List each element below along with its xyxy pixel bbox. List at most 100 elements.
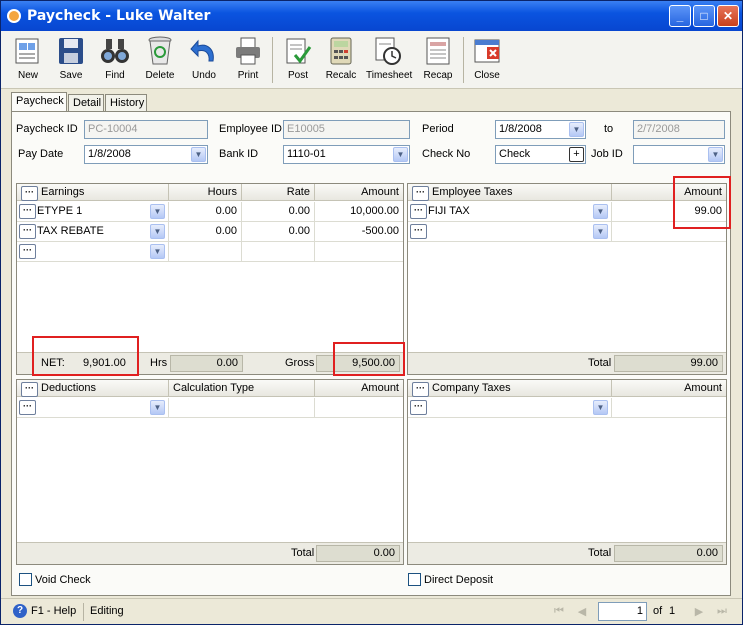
period-to-field[interactable]: 2/7/2008	[633, 120, 725, 139]
ellipsis-icon[interactable]: ···	[410, 224, 427, 239]
close-window-button[interactable]: ✕	[717, 5, 739, 27]
tax-name-cell[interactable]: ··· ▼	[408, 222, 612, 242]
direct-deposit-label: Direct Deposit	[424, 574, 494, 586]
company-tax-name-cell[interactable]: ··· ▼	[408, 398, 612, 418]
help-hint[interactable]: F1 - Help	[31, 605, 76, 617]
chevron-down-icon[interactable]: ▼	[150, 204, 165, 219]
pay-date-value: 1/8/2008	[88, 148, 131, 160]
recalc-button[interactable]: Recalc	[319, 33, 363, 87]
chevron-down-icon[interactable]: ▼	[150, 224, 165, 239]
table-row[interactable]: ··· ▼	[17, 242, 403, 262]
rate-cell[interactable]: 0.00	[242, 222, 315, 242]
ellipsis-icon[interactable]: ···	[410, 204, 427, 219]
ellipsis-icon[interactable]: ···	[412, 382, 429, 397]
deduction-name-cell[interactable]: ··· ▼	[17, 398, 169, 418]
minimize-button[interactable]: _	[669, 5, 691, 27]
deduction-amount-cell[interactable]	[315, 398, 403, 418]
rate-cell[interactable]: 0.00	[242, 202, 315, 222]
tab-detail[interactable]: Detail	[68, 94, 104, 112]
page-number-input[interactable]: 1	[598, 602, 647, 621]
help-icon[interactable]: ?	[13, 604, 27, 618]
deductions-footer: Total 0.00	[17, 542, 403, 564]
table-row[interactable]: ··· ▼	[408, 398, 726, 418]
ellipsis-icon[interactable]: ···	[19, 224, 36, 239]
first-page-icon[interactable]: ⏮	[552, 605, 566, 619]
title-bar: Paycheck - Luke Walter _ □ ✕	[1, 1, 742, 31]
recap-document-icon	[426, 37, 450, 65]
last-page-icon[interactable]: ⏭	[715, 605, 729, 619]
amount-cell[interactable]	[315, 242, 403, 262]
close-button[interactable]: Close	[465, 33, 509, 87]
chevron-down-icon[interactable]: ▼	[593, 400, 608, 415]
status-bar: ? F1 - Help Editing ⏮ ◀ 1 of 1 ▶ ⏭	[1, 598, 742, 624]
company-taxes-grid: ··· Company Taxes Amount ··· ▼ Total 0.00	[407, 379, 727, 565]
direct-deposit-checkbox[interactable]	[408, 573, 421, 586]
maximize-button[interactable]: □	[693, 5, 715, 27]
pay-date-field[interactable]: 1/8/2008 ▼	[84, 145, 208, 164]
new-button[interactable]: New	[6, 33, 50, 87]
ellipsis-icon[interactable]: ···	[410, 400, 427, 415]
deductions-col-label: Deductions	[41, 382, 97, 394]
check-no-field[interactable]: Check +	[495, 145, 586, 164]
company-tax-amount-cell[interactable]	[612, 398, 726, 418]
ellipsis-icon[interactable]: ···	[19, 400, 36, 415]
company-taxes-total: 0.00	[614, 545, 723, 562]
earning-type-cell[interactable]: ··· TAX REBATE ▼	[17, 222, 169, 242]
tab-paycheck[interactable]: Paycheck	[11, 92, 67, 112]
binoculars-find-icon	[101, 39, 129, 63]
recalc-label: Recalc	[325, 70, 357, 81]
chevron-down-icon[interactable]: ▼	[708, 147, 723, 162]
hours-cell[interactable]: 0.00	[169, 202, 242, 222]
hours-cell[interactable]: 0.00	[169, 222, 242, 242]
chevron-down-icon[interactable]: ▼	[150, 400, 165, 415]
check-no-value: Check	[499, 148, 531, 160]
hours-cell[interactable]	[169, 242, 242, 262]
chevron-down-icon[interactable]: ▼	[191, 147, 206, 162]
employee-id-field[interactable]: E10005	[283, 120, 410, 139]
hrs-label: Hrs	[150, 357, 168, 369]
ellipsis-icon[interactable]: ···	[21, 382, 38, 397]
recap-button[interactable]: Recap	[416, 33, 460, 87]
chevron-down-icon[interactable]: ▼	[150, 244, 165, 259]
ellipsis-icon[interactable]: ···	[21, 186, 38, 201]
chevron-down-icon[interactable]: ▼	[569, 122, 584, 137]
void-check-checkbox[interactable]	[19, 573, 32, 586]
ellipsis-icon[interactable]: ···	[19, 244, 36, 259]
amount-cell[interactable]: -500.00	[315, 222, 403, 242]
ellipsis-icon[interactable]: ···	[412, 186, 429, 201]
chevron-down-icon[interactable]: ▼	[593, 204, 608, 219]
delete-button[interactable]: Delete	[138, 33, 182, 87]
earning-type-value: ETYPE 1	[37, 205, 83, 217]
rate-cell[interactable]	[242, 242, 315, 262]
table-row[interactable]: ··· ▼	[17, 398, 403, 418]
plus-icon[interactable]: +	[569, 147, 584, 162]
paycheck-id-field[interactable]: PC-10004	[84, 120, 208, 139]
chevron-down-icon[interactable]: ▼	[393, 147, 408, 162]
tab-history[interactable]: History	[105, 94, 147, 112]
chevron-down-icon[interactable]: ▼	[593, 224, 608, 239]
timesheet-button[interactable]: Timesheet	[366, 33, 413, 87]
job-id-field[interactable]: ▼	[633, 145, 725, 164]
timesheet-label: Timesheet	[366, 70, 413, 81]
calc-type-cell[interactable]	[169, 398, 315, 418]
bank-id-field[interactable]: 1110-01 ▼	[283, 145, 410, 164]
table-row[interactable]: ··· ETYPE 1 ▼ 0.00 0.00 10,000.00	[17, 202, 403, 222]
find-button[interactable]: Find	[93, 33, 137, 87]
next-page-icon[interactable]: ▶	[692, 605, 706, 619]
tax-name-cell[interactable]: ··· FIJI TAX ▼	[408, 202, 612, 222]
period-from-field[interactable]: 1/8/2008 ▼	[495, 120, 586, 139]
earning-type-cell[interactable]: ··· ▼	[17, 242, 169, 262]
earning-type-cell[interactable]: ··· ETYPE 1 ▼	[17, 202, 169, 222]
table-row[interactable]: ··· TAX REBATE ▼ 0.00 0.00 -500.00	[17, 222, 403, 242]
post-button[interactable]: Post	[276, 33, 320, 87]
employee-taxes-total: 99.00	[614, 355, 723, 372]
employee-taxes-col-header: ··· Employee Taxes	[408, 184, 612, 201]
close-window-icon	[474, 39, 500, 63]
save-button[interactable]: Save	[49, 33, 93, 87]
undo-button[interactable]: Undo	[182, 33, 226, 87]
prev-page-icon[interactable]: ◀	[575, 605, 589, 619]
print-button[interactable]: Print	[226, 33, 270, 87]
hrs-total: 0.00	[170, 355, 243, 372]
amount-cell[interactable]: 10,000.00	[315, 202, 403, 222]
ellipsis-icon[interactable]: ···	[19, 204, 36, 219]
